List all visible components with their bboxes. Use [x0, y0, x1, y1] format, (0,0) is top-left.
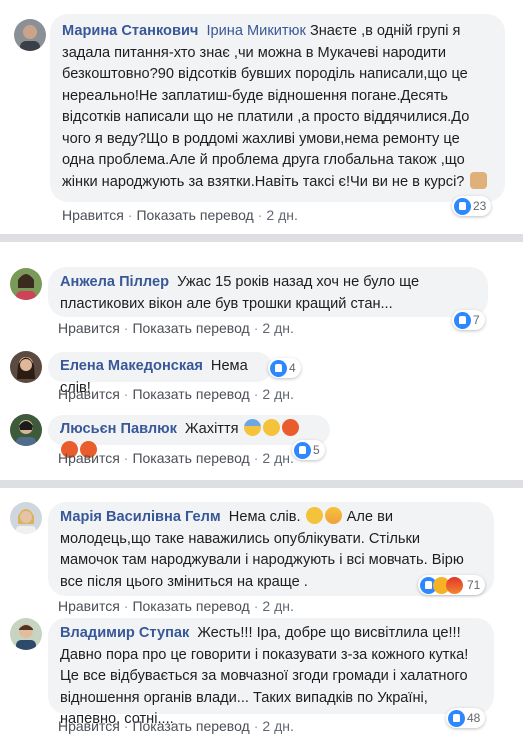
- like-link[interactable]: Нравится: [58, 320, 120, 336]
- reaction-count-number: 5: [313, 443, 320, 457]
- angry-icon: [446, 576, 463, 594]
- frowning-face-icon: [262, 419, 280, 436]
- reaction-count-number: 4: [289, 361, 296, 375]
- angry-face-icon: [281, 419, 299, 436]
- reaction-count[interactable]: 4: [268, 358, 301, 378]
- disappointed-face-icon: [305, 507, 323, 524]
- comment-text: Жахіття: [185, 421, 239, 437]
- like-link[interactable]: Нравится: [58, 598, 120, 614]
- avatar[interactable]: [10, 502, 42, 534]
- like-icon: [294, 441, 311, 459]
- avatar[interactable]: [14, 19, 46, 51]
- comment-author[interactable]: Владимир Ступак: [60, 625, 189, 641]
- comment-card-3: Марія Василівна Гелм Нема слів. Але ви м…: [0, 488, 523, 744]
- avatar[interactable]: [10, 414, 42, 446]
- reaction-count[interactable]: 7: [452, 310, 485, 330]
- comment-author[interactable]: Анжела Піллер: [60, 274, 169, 290]
- comment-author[interactable]: Марія Василівна Гелм: [60, 509, 221, 525]
- like-link[interactable]: Нравится: [58, 386, 120, 402]
- translate-link[interactable]: Показать перевод: [132, 450, 249, 466]
- reaction-count[interactable]: 48: [446, 708, 486, 728]
- fearful-face-icon: [243, 419, 261, 436]
- like-link[interactable]: Нравится: [62, 207, 124, 223]
- comment-time[interactable]: 2 дн.: [262, 718, 293, 734]
- translate-link[interactable]: Показать перевод: [132, 320, 249, 336]
- translate-link[interactable]: Показать перевод: [132, 598, 249, 614]
- comment-mention[interactable]: Ірина Микитюк: [206, 23, 305, 39]
- comment-bubble: Марина Станкович Ірина Микитюк Знаєте ,в…: [50, 14, 505, 202]
- translate-link[interactable]: Показать перевод: [136, 207, 253, 223]
- person-emoji-icon: [469, 171, 487, 189]
- comment-author[interactable]: Люсьєн Павлюк: [60, 421, 177, 437]
- translate-link[interactable]: Показать перевод: [132, 386, 249, 402]
- comment-card-2: Анжела Піллер Ужас 15 років назад хоч не…: [0, 242, 523, 480]
- separator: [0, 480, 523, 488]
- comment-actions: Нравится · Показать перевод · 2 дн.: [58, 320, 294, 336]
- like-link[interactable]: Нравится: [58, 450, 120, 466]
- comment-time[interactable]: 2 дн.: [266, 207, 297, 223]
- comment-bubble: Анжела Піллер Ужас 15 років назад хоч не…: [48, 267, 488, 317]
- comment-author[interactable]: Елена Македонская: [60, 358, 203, 374]
- avatar[interactable]: [10, 351, 42, 383]
- reaction-count[interactable]: 71: [418, 575, 486, 595]
- comment-actions: Нравится · Показать перевод · 2 дн.: [58, 718, 294, 734]
- comment-card-1: Марина Станкович Ірина Микитюк Знаєте ,в…: [0, 0, 523, 234]
- like-icon: [448, 709, 465, 727]
- comment-time[interactable]: 2 дн.: [262, 320, 293, 336]
- reaction-count-number: 48: [467, 711, 481, 725]
- comment-bubble: Елена Македонская Нема слів!: [48, 352, 272, 396]
- like-icon: [270, 359, 287, 377]
- reaction-count[interactable]: 23: [452, 196, 492, 216]
- like-link[interactable]: Нравится: [58, 718, 120, 734]
- separator: [0, 234, 523, 242]
- reaction-count-number: 71: [467, 578, 481, 592]
- comment-author[interactable]: Марина Станкович: [62, 23, 198, 39]
- like-icon: [454, 311, 471, 329]
- comment-text: Знаєте ,в одній групі я задала питання-х…: [62, 23, 470, 190]
- like-icon: [454, 197, 471, 215]
- reaction-count-number: 23: [473, 199, 487, 213]
- comment-bubble: Владимир Ступак Жесть!!! Іра, добре що в…: [48, 618, 494, 727]
- comment-actions: Нравится · Показать перевод · 2 дн.: [58, 386, 294, 402]
- avatar[interactable]: [10, 268, 42, 300]
- comment-time[interactable]: 2 дн.: [262, 386, 293, 402]
- comment-time[interactable]: 2 дн.: [262, 450, 293, 466]
- screaming-face-icon: [324, 507, 342, 524]
- comment-bubble: Люсьєн Павлюк Жахіття: [48, 415, 330, 458]
- reaction-count[interactable]: 5: [292, 440, 325, 460]
- comment-actions: Нравится · Показать перевод · 2 дн.: [58, 598, 294, 614]
- comment-actions: Нравится · Показать перевод · 2 дн.: [58, 450, 294, 466]
- comment-time[interactable]: 2 дн.: [262, 598, 293, 614]
- translate-link[interactable]: Показать перевод: [132, 718, 249, 734]
- comment-text: Нема слів.: [228, 509, 301, 525]
- reaction-count-number: 7: [473, 313, 480, 327]
- comment-actions: Нравится · Показать перевод · 2 дн.: [62, 207, 298, 223]
- avatar[interactable]: [10, 618, 42, 650]
